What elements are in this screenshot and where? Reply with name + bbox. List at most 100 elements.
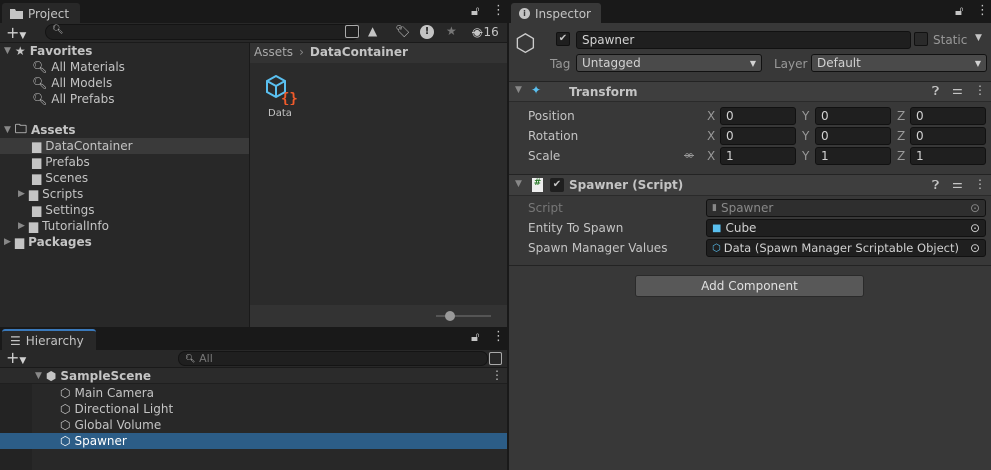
folder-icon: ▆ bbox=[28, 219, 39, 233]
component-menu-icon[interactable]: ⋮ bbox=[974, 177, 986, 191]
help-icon[interactable]: ❓︎ bbox=[932, 178, 939, 193]
position-z-input[interactable]: 0 bbox=[910, 107, 986, 125]
lock-icon[interactable]: 🔓︎ bbox=[471, 330, 479, 345]
axis-label-y[interactable]: Y bbox=[802, 129, 809, 143]
component-enabled-checkbox[interactable]: ✔ bbox=[550, 178, 564, 192]
create-button[interactable]: +▼ bbox=[6, 348, 26, 367]
add-component-button[interactable]: Add Component bbox=[635, 275, 864, 297]
axis-label-z[interactable]: Z bbox=[897, 149, 905, 163]
lock-icon[interactable]: 🔓︎ bbox=[955, 4, 963, 19]
expand-arrow-icon[interactable]: ▶ bbox=[18, 221, 25, 231]
more-menu-icon[interactable]: ⋮ bbox=[976, 3, 989, 18]
gameobject-icon[interactable]: ⬡ bbox=[515, 29, 536, 57]
filter-by-type-icon[interactable]: ▲ bbox=[368, 24, 377, 38]
axis-label-x[interactable]: X bbox=[707, 109, 715, 123]
rotation-x-input[interactable]: 0 bbox=[720, 127, 796, 145]
favorites-header[interactable]: ▼ ★ Favorites bbox=[4, 43, 92, 59]
tag-dropdown[interactable]: Untagged ▼ bbox=[576, 54, 762, 72]
tab-hierarchy[interactable]: ☰ Hierarchy bbox=[2, 329, 96, 350]
tab-project[interactable]: Project bbox=[2, 3, 80, 24]
entity-to-spawn-field[interactable]: ■ Cube ⊙ bbox=[706, 219, 986, 237]
position-x-input[interactable]: 0 bbox=[720, 107, 796, 125]
filter-by-label-icon[interactable]: 🏷︎ bbox=[395, 24, 410, 38]
object-name-input[interactable]: Spawner bbox=[576, 31, 911, 49]
hierarchy-item-spawner[interactable]: ⬡ Spawner bbox=[60, 433, 127, 449]
active-checkbox[interactable]: ✔ bbox=[556, 32, 570, 46]
foldout-arrow-icon[interactable]: ▼ bbox=[515, 85, 522, 95]
folder-item-scenes[interactable]: ▆ Scenes bbox=[32, 170, 88, 186]
gameobject-cube-icon: ⬡ bbox=[60, 402, 71, 416]
folder-item-settings[interactable]: ▆ Settings bbox=[32, 202, 94, 218]
rotation-label: Rotation bbox=[528, 129, 579, 143]
hidden-packages-toggle[interactable]: ◉ 16 bbox=[472, 25, 499, 39]
presets-icon[interactable]: ⚌ bbox=[952, 83, 963, 97]
search-in-window-icon[interactable] bbox=[489, 352, 502, 365]
hierarchy-item-main-camera[interactable]: ⬡ Main Camera bbox=[60, 385, 154, 401]
hierarchy-item-directional-light[interactable]: ⬡ Directional Light bbox=[60, 401, 173, 417]
hierarchy-item-global-volume[interactable]: ⬡ Global Volume bbox=[60, 417, 161, 433]
assets-header[interactable]: ▼ 🗀 Assets bbox=[4, 122, 76, 138]
asset-item-data[interactable]: {} Data bbox=[260, 74, 300, 119]
slider-thumb[interactable] bbox=[445, 311, 455, 321]
lock-icon[interactable]: 🔓︎ bbox=[471, 4, 479, 19]
object-picker-icon[interactable]: ⊙ bbox=[970, 221, 980, 235]
axis-label-y[interactable]: Y bbox=[802, 109, 809, 123]
rotation-z-input[interactable]: 0 bbox=[910, 127, 986, 145]
scale-x-input[interactable]: 1 bbox=[720, 147, 796, 165]
transform-icon: ✦ bbox=[531, 83, 542, 97]
warning-filter-icon[interactable]: ! bbox=[420, 25, 434, 39]
static-dropdown-icon[interactable]: ▼ bbox=[975, 33, 982, 43]
spawn-manager-values-field[interactable]: ⬡ Data (Spawn Manager Scriptable Object) ⊙ bbox=[706, 239, 986, 257]
scale-y-input[interactable]: 1 bbox=[815, 147, 891, 165]
icon-size-slider[interactable] bbox=[436, 311, 491, 321]
breadcrumb-datacontainer[interactable]: DataContainer bbox=[310, 45, 408, 61]
scene-menu-icon[interactable]: ⋮ bbox=[491, 368, 503, 382]
project-search-input[interactable]: 🔍︎ bbox=[45, 24, 360, 40]
help-icon[interactable]: ❓︎ bbox=[932, 84, 939, 99]
axis-label-x[interactable]: X bbox=[707, 129, 715, 143]
scale-z-input[interactable]: 1 bbox=[910, 147, 986, 165]
foldout-arrow-icon[interactable]: ▼ bbox=[515, 179, 522, 189]
favorite-star-icon[interactable]: ★ bbox=[446, 24, 457, 38]
hierarchy-search-input[interactable]: 🔍︎ All bbox=[178, 351, 488, 366]
packages-header[interactable]: ▶ ▆ Packages bbox=[4, 234, 92, 250]
script-header[interactable]: ▼ # ✔ Spawner (Script) ❓︎ ⚌ ⋮ bbox=[509, 174, 991, 196]
expand-arrow-icon[interactable]: ▼ bbox=[35, 371, 42, 381]
create-button[interactable]: +▼ bbox=[6, 23, 26, 42]
folder-item-prefabs[interactable]: ▆ Prefabs bbox=[32, 154, 90, 170]
folder-item-datacontainer[interactable]: ▆ DataContainer bbox=[32, 138, 133, 154]
presets-icon[interactable]: ⚌ bbox=[952, 177, 963, 191]
favorite-item[interactable]: 🔍︎ All Models bbox=[32, 75, 112, 91]
axis-label-y[interactable]: Y bbox=[802, 149, 809, 163]
static-checkbox[interactable] bbox=[914, 32, 928, 46]
favorite-item[interactable]: 🔍︎ All Materials bbox=[32, 59, 125, 75]
scene-row[interactable]: ▼ ⬢ SampleScene bbox=[35, 368, 151, 384]
star-icon: ★ bbox=[14, 44, 26, 58]
scene-header[interactable]: ▼ ⬢ SampleScene ⋮ bbox=[0, 368, 507, 384]
folder-icon: ▆ bbox=[32, 139, 42, 153]
more-menu-icon[interactable]: ⋮ bbox=[492, 329, 505, 344]
search-in-window-icon[interactable] bbox=[345, 25, 359, 38]
favorite-item[interactable]: 🔍︎ All Prefabs bbox=[32, 91, 114, 107]
folder-item-scripts[interactable]: ▶ ▆ Scripts bbox=[18, 186, 83, 202]
layer-dropdown[interactable]: Default ▼ bbox=[811, 54, 987, 72]
tab-inspector[interactable]: i Inspector bbox=[511, 3, 601, 24]
expand-arrow-icon[interactable]: ▼ bbox=[4, 46, 11, 56]
axis-label-x[interactable]: X bbox=[707, 149, 715, 163]
axis-label-z[interactable]: Z bbox=[897, 109, 905, 123]
scale-label: Scale bbox=[528, 149, 561, 163]
transform-header[interactable]: ▼ ✦ Transform ❓︎ ⚌ ⋮ bbox=[509, 81, 991, 102]
more-menu-icon[interactable]: ⋮ bbox=[492, 3, 505, 18]
component-menu-icon[interactable]: ⋮ bbox=[974, 83, 986, 97]
rotation-y-input[interactable]: 0 bbox=[815, 127, 891, 145]
axis-label-z[interactable]: Z bbox=[897, 129, 905, 143]
position-y-input[interactable]: 0 bbox=[815, 107, 891, 125]
object-picker-icon[interactable]: ⊙ bbox=[970, 241, 980, 255]
breadcrumb-assets[interactable]: Assets bbox=[254, 45, 293, 61]
expand-arrow-icon[interactable]: ▼ bbox=[4, 125, 11, 135]
dropdown-arrow-icon: ▼ bbox=[974, 58, 981, 68]
folder-item-tutorialinfo[interactable]: ▶ ▆ TutorialInfo bbox=[18, 218, 109, 234]
constrain-proportions-icon[interactable]: ∞ bbox=[684, 148, 694, 162]
expand-arrow-icon[interactable]: ▶ bbox=[18, 189, 25, 199]
expand-arrow-icon[interactable]: ▶ bbox=[4, 237, 11, 247]
